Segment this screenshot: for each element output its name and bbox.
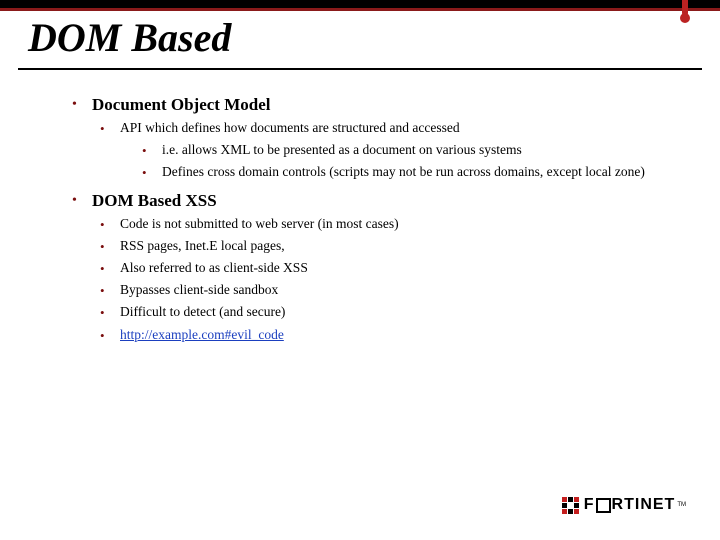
section-heading: • DOM Based XSS xyxy=(70,190,680,213)
accent-ornament xyxy=(680,0,690,22)
logo-mark-icon xyxy=(562,497,579,514)
list-item-text: Also referred to as client-side XSS xyxy=(120,260,308,275)
bullet-icon: • xyxy=(100,282,105,300)
footer-logo: FRTINETTM xyxy=(562,496,686,514)
top-bar xyxy=(0,0,720,11)
list-item-text: Difficult to detect (and secure) xyxy=(120,304,285,319)
bullet-icon: • xyxy=(142,142,147,160)
list-item-text: RSS pages, Inet.E local pages, xyxy=(120,238,285,253)
example-link[interactable]: http://example.com#evil_code xyxy=(120,327,284,342)
logo-text: FRTINETTM xyxy=(584,496,686,514)
section-heading-text: Document Object Model xyxy=(92,95,270,114)
list-item-text: Defines cross domain controls (scripts m… xyxy=(162,164,645,179)
bullet-icon: • xyxy=(100,120,105,138)
list-item: • Defines cross domain controls (scripts… xyxy=(140,163,680,181)
list-item: • Code is not submitted to web server (i… xyxy=(98,215,680,233)
list-item: • Bypasses client-side sandbox xyxy=(98,281,680,299)
bullet-icon: • xyxy=(100,260,105,278)
list-item: • API which defines how documents are st… xyxy=(98,119,680,137)
section-heading: • Document Object Model xyxy=(70,94,680,117)
list-item: • http://example.com#evil_code xyxy=(98,326,680,344)
bullet-icon: • xyxy=(100,304,105,322)
slide-body: • Document Object Model • API which defi… xyxy=(70,88,680,348)
list-item-text: i.e. allows XML to be presented as a doc… xyxy=(162,142,522,157)
title-underline xyxy=(18,68,702,70)
list-item: • i.e. allows XML to be presented as a d… xyxy=(140,141,680,159)
bullet-icon: • xyxy=(100,238,105,256)
list-item: • Difficult to detect (and secure) xyxy=(98,303,680,321)
list-item: • Also referred to as client-side XSS xyxy=(98,259,680,277)
logo-square-icon xyxy=(596,498,611,513)
list-item-text: API which defines how documents are stru… xyxy=(120,120,460,135)
list-item: • RSS pages, Inet.E local pages, xyxy=(98,237,680,255)
section-heading-text: DOM Based XSS xyxy=(92,191,217,210)
bullet-icon: • xyxy=(72,96,77,115)
list-item-text: Code is not submitted to web server (in … xyxy=(120,216,399,231)
slide: DOM Based • Document Object Model • API … xyxy=(0,0,720,540)
list-item-text: Bypasses client-side sandbox xyxy=(120,282,278,297)
bullet-icon: • xyxy=(100,327,105,345)
slide-title: DOM Based xyxy=(28,18,231,58)
bullet-icon: • xyxy=(100,216,105,234)
bullet-icon: • xyxy=(142,164,147,182)
bullet-icon: • xyxy=(72,192,77,211)
